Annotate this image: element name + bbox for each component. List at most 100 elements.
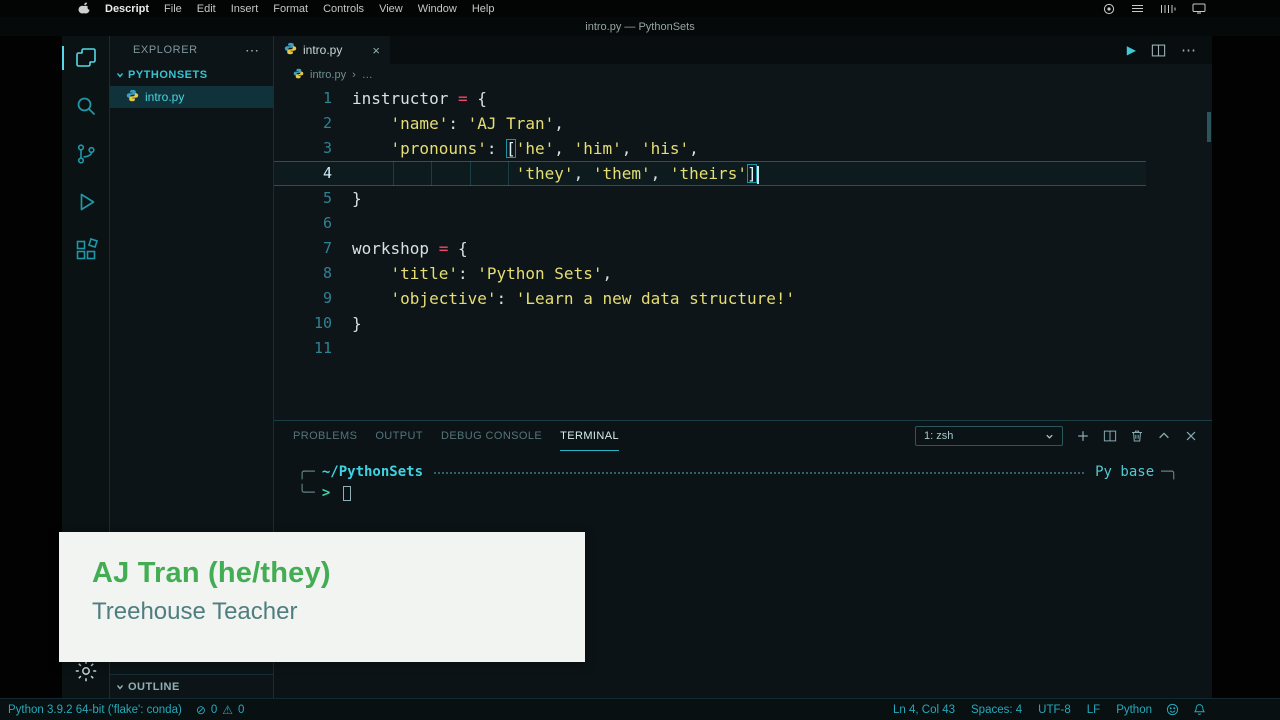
outline-section[interactable]: OUTLINE xyxy=(110,674,273,698)
status-right-items: Ln 4, Col 43 Spaces: 4 UTF-8 LF Python xyxy=(893,704,1152,716)
code-text xyxy=(352,264,391,283)
kill-terminal-icon[interactable] xyxy=(1130,429,1144,443)
explorer-icon[interactable] xyxy=(73,45,99,71)
menu-item-edit[interactable]: Edit xyxy=(197,3,216,15)
code-line-8[interactable]: 8 'title': 'Python Sets', xyxy=(274,261,1146,286)
status-spaces-4[interactable]: Spaces: 4 xyxy=(971,704,1022,716)
line-content: } xyxy=(352,186,1146,211)
code-editor[interactable]: 1instructor = {2 'name': 'AJ Tran',3 'pr… xyxy=(274,86,1212,420)
code-line-4[interactable]: 4 'they', 'them', 'theirs'] xyxy=(274,161,1146,186)
code-line-2[interactable]: 2 'name': 'AJ Tran', xyxy=(274,111,1146,136)
shell-selector[interactable]: 1: zsh xyxy=(915,426,1063,446)
line-content xyxy=(352,336,1146,361)
terminal[interactable]: ╭─ ~/PythonSets Py base ─╮ ╰─ > xyxy=(274,451,1212,503)
status-lf[interactable]: LF xyxy=(1087,704,1100,716)
indent-guide xyxy=(470,161,471,186)
sliders-icon[interactable] xyxy=(1131,3,1144,14)
line-number[interactable]: 9 xyxy=(274,286,352,311)
problems-summary[interactable]: ⊘ 0 ⚠ 0 xyxy=(196,703,245,717)
code-line-5[interactable]: 5} xyxy=(274,186,1146,211)
record-icon[interactable] xyxy=(1103,3,1115,15)
run-debug-icon[interactable] xyxy=(73,189,99,215)
maximize-panel-icon[interactable] xyxy=(1157,429,1171,443)
line-content xyxy=(352,211,1146,236)
tab-label: intro.py xyxy=(303,43,342,57)
bell-icon[interactable] xyxy=(1193,703,1206,716)
panel-tab-terminal[interactable]: TERMINAL xyxy=(560,421,619,451)
menu-item-file[interactable]: File xyxy=(164,3,182,15)
code-line-3[interactable]: 3 'pronouns': ['he', 'him', 'his', xyxy=(274,136,1146,161)
apple-icon[interactable] xyxy=(78,2,90,15)
code-line-10[interactable]: 10} xyxy=(274,311,1146,336)
editor-actions: ▶ ⋯ xyxy=(1127,36,1212,64)
search-icon[interactable] xyxy=(73,93,99,119)
status-python[interactable]: Python xyxy=(1116,704,1152,716)
panel-tabs: PROBLEMS OUTPUT DEBUG CONSOLE TERMINAL xyxy=(293,421,619,451)
code-line-11[interactable]: 11 xyxy=(274,336,1146,361)
menu-item-insert[interactable]: Insert xyxy=(231,3,259,15)
line-number[interactable]: 11 xyxy=(274,336,352,361)
panel-tab-problems[interactable]: PROBLEMS xyxy=(293,421,357,451)
code-line-7[interactable]: 7workshop = { xyxy=(274,236,1146,261)
code-string: 'theirs' xyxy=(670,164,747,183)
extensions-icon[interactable] xyxy=(73,237,99,263)
line-number[interactable]: 7 xyxy=(274,236,352,261)
active-app-name[interactable]: Descript xyxy=(105,3,149,15)
split-editor-icon[interactable] xyxy=(1151,44,1166,57)
split-terminal-icon[interactable] xyxy=(1103,430,1117,442)
line-number[interactable]: 8 xyxy=(274,261,352,286)
menu-item-controls[interactable]: Controls xyxy=(323,3,364,15)
section-pythonsets[interactable]: PYTHONSETS xyxy=(110,64,273,86)
line-number[interactable]: 10 xyxy=(274,311,352,336)
right-black-margin xyxy=(1212,36,1280,698)
code-line-9[interactable]: 9 'objective': 'Learn a new data structu… xyxy=(274,286,1146,311)
menu-item-window[interactable]: Window xyxy=(418,3,457,15)
more-actions-icon[interactable]: ⋯ xyxy=(1181,41,1196,59)
tab-intro-py[interactable]: intro.py × xyxy=(274,36,390,64)
code-operator: = xyxy=(439,239,449,258)
menubar: Descript File Edit Insert Format Controls Vie… xyxy=(0,0,1280,17)
code-line-6[interactable]: 6 xyxy=(274,211,1146,236)
file-item-intro-py[interactable]: intro.py xyxy=(110,86,273,108)
status-utf-8[interactable]: UTF-8 xyxy=(1038,704,1071,716)
code-string: 'him' xyxy=(574,139,622,158)
breadcrumb-file[interactable]: intro.py xyxy=(310,69,346,81)
menu-item-format[interactable]: Format xyxy=(273,3,308,15)
tab-close-icon[interactable]: × xyxy=(372,44,380,57)
explorer-more-icon[interactable]: ⋯ xyxy=(245,42,259,59)
line-number[interactable]: 2 xyxy=(274,111,352,136)
code-text: : xyxy=(458,264,477,283)
code-text: } xyxy=(352,314,362,333)
code-string: 'AJ Tran' xyxy=(468,114,555,133)
breadcrumb-more[interactable]: … xyxy=(362,69,373,81)
close-panel-icon[interactable] xyxy=(1184,429,1198,443)
code-text: , xyxy=(689,139,699,158)
panel-tab-output[interactable]: OUTPUT xyxy=(375,421,423,451)
python-interpreter[interactable]: Python 3.9.2 64-bit ('flake': conda) xyxy=(8,704,182,716)
left-black-margin xyxy=(0,36,62,698)
scrollbar-thumb[interactable] xyxy=(1207,112,1211,142)
line-content: } xyxy=(352,311,1146,336)
panel-tab-debug-console[interactable]: DEBUG CONSOLE xyxy=(441,421,542,451)
line-number[interactable]: 3 xyxy=(274,136,352,161)
warning-icon: ⚠ xyxy=(222,703,233,717)
display-icon[interactable] xyxy=(1192,3,1206,14)
prompt-path: ~/PythonSets xyxy=(322,463,423,482)
new-terminal-icon[interactable] xyxy=(1076,429,1090,443)
feedback-icon[interactable] xyxy=(1166,703,1179,716)
menu-item-view[interactable]: View xyxy=(379,3,403,15)
line-number[interactable]: 1 xyxy=(274,86,352,111)
code-string: 'they' xyxy=(516,164,574,183)
battery-icon[interactable] xyxy=(1160,4,1176,14)
line-number[interactable]: 5 xyxy=(274,186,352,211)
breadcrumb[interactable]: intro.py › … xyxy=(274,64,1212,86)
menu-item-help[interactable]: Help xyxy=(472,3,495,15)
titlebar[interactable]: intro.py — PythonSets xyxy=(0,17,1280,36)
run-button[interactable]: ▶ xyxy=(1127,43,1136,57)
indent-guide xyxy=(508,161,509,186)
status-ln-4-col-43[interactable]: Ln 4, Col 43 xyxy=(893,704,955,716)
code-line-1[interactable]: 1instructor = { xyxy=(274,86,1146,111)
line-number[interactable]: 6 xyxy=(274,211,352,236)
source-control-icon[interactable] xyxy=(73,141,99,167)
line-number[interactable]: 4 xyxy=(274,161,352,186)
